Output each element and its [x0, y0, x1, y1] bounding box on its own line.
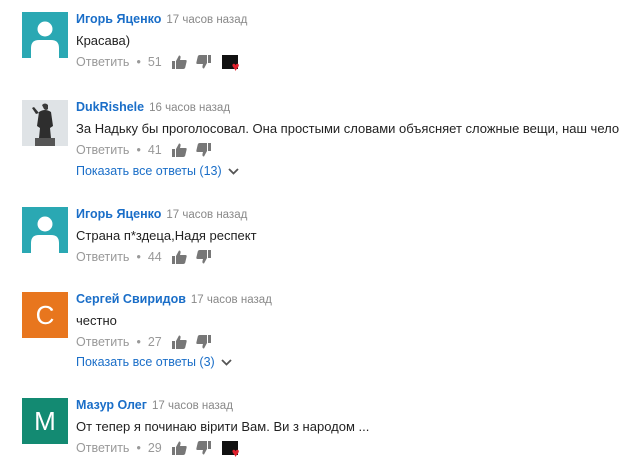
reply-button[interactable]: Ответить — [76, 143, 129, 157]
comment-header: Игорь Яценко 17 часов назад — [76, 207, 247, 221]
timestamp[interactable]: 17 часов назад — [191, 294, 272, 306]
comment-header: DukRishele 16 часов назад — [76, 100, 230, 114]
creator-heart-icon: ♥ — [221, 439, 246, 459]
comment-actions: Ответить • 27 — [76, 333, 220, 351]
comment-actions: Ответить • 41 — [76, 141, 220, 159]
like-count: 41 — [147, 143, 162, 157]
comment-text: Красава) — [76, 33, 131, 48]
like-count: 29 — [147, 441, 162, 455]
chevron-down-icon — [228, 167, 239, 175]
timestamp[interactable]: 17 часов назад — [152, 400, 233, 412]
like-count: 27 — [147, 335, 162, 349]
thumbs-up-icon[interactable] — [172, 249, 188, 265]
avatar-letter: С — [35, 299, 55, 330]
reply-button[interactable]: Ответить — [76, 55, 129, 69]
comment-actions: Ответить • 44 — [76, 248, 220, 266]
comment-header: Игорь Яценко 17 часов назад — [76, 12, 247, 26]
comment-text: Страна п*здеца,Надя респект — [76, 228, 257, 243]
default-user-icon — [31, 21, 59, 58]
statue-photo-icon — [22, 100, 68, 146]
timestamp[interactable]: 17 часов назад — [166, 209, 247, 221]
comment-header: Сергей Свиридов 17 часов назад — [76, 292, 272, 306]
comment-text: За Надьку бы проголосовал. Она простыми … — [76, 121, 620, 136]
default-user-icon — [31, 216, 59, 253]
separator: • — [136, 143, 141, 157]
author-name[interactable]: Сергей Свиридов — [76, 292, 186, 306]
timestamp[interactable]: 16 часов назад — [149, 102, 230, 114]
separator: • — [136, 335, 141, 349]
author-name[interactable]: DukRishele — [76, 100, 144, 114]
chevron-down-icon — [221, 358, 232, 366]
avatar[interactable] — [22, 207, 68, 253]
reply-button[interactable]: Ответить — [76, 441, 129, 455]
separator: • — [136, 441, 141, 455]
show-replies-label: Показать все ответы (3) — [76, 355, 215, 369]
avatar-letter: М — [34, 405, 56, 436]
timestamp[interactable]: 17 часов назад — [166, 14, 247, 26]
avatar[interactable]: С — [22, 292, 68, 338]
reply-button[interactable]: Ответить — [76, 250, 129, 264]
like-count: 51 — [147, 55, 162, 69]
author-name[interactable]: Игорь Яценко — [76, 12, 161, 26]
avatar[interactable] — [22, 100, 68, 146]
show-replies-button[interactable]: Показать все ответы (13) — [76, 164, 239, 178]
thumbs-down-icon[interactable] — [196, 54, 212, 70]
reply-button[interactable]: Ответить — [76, 335, 129, 349]
like-count: 44 — [147, 250, 162, 264]
avatar[interactable] — [22, 12, 68, 58]
comment-actions: Ответить • 29 ♥ — [76, 439, 246, 459]
thumbs-up-icon[interactable] — [172, 440, 188, 456]
show-replies-button[interactable]: Показать все ответы (3) — [76, 355, 232, 369]
thumbs-up-icon[interactable] — [172, 142, 188, 158]
avatar[interactable]: М — [22, 398, 68, 444]
comment-text: От тепер я починаю вірити Вам. Ви з наро… — [76, 419, 370, 434]
thumbs-down-icon[interactable] — [196, 440, 212, 456]
comment-text: честно — [76, 313, 117, 328]
author-name[interactable]: Игорь Яценко — [76, 207, 161, 221]
thumbs-down-icon[interactable] — [196, 142, 212, 158]
comment-header: Мазур Олег 17 часов назад — [76, 398, 233, 412]
thumbs-down-icon[interactable] — [196, 249, 212, 265]
comment-actions: Ответить • 51 ♥ — [76, 53, 246, 73]
thumbs-up-icon[interactable] — [172, 54, 188, 70]
show-replies-label: Показать все ответы (13) — [76, 164, 222, 178]
thumbs-down-icon[interactable] — [196, 334, 212, 350]
author-name[interactable]: Мазур Олег — [76, 398, 147, 412]
thumbs-up-icon[interactable] — [172, 334, 188, 350]
separator: • — [136, 250, 141, 264]
separator: • — [136, 55, 141, 69]
creator-heart-icon: ♥ — [221, 53, 246, 73]
